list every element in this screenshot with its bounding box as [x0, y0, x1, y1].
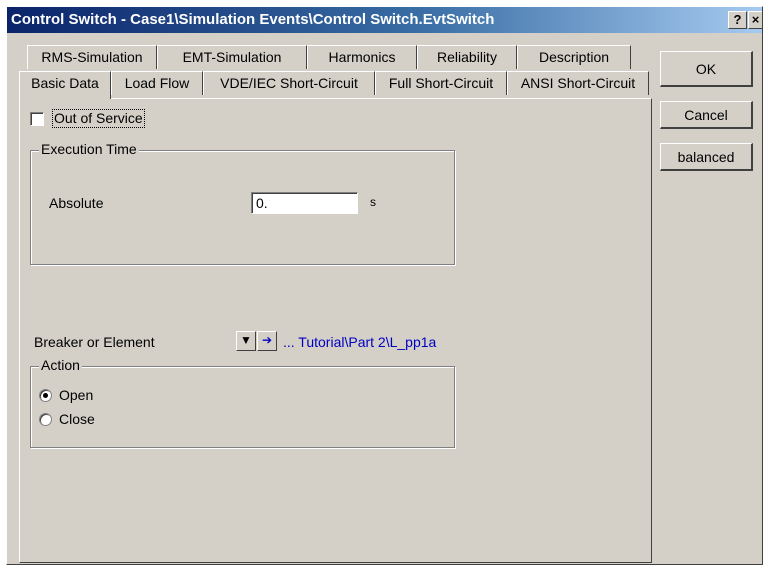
tab-row-front: Basic Data Load Flow VDE/IEC Short-Circu…	[19, 71, 649, 99]
absolute-time-input[interactable]: 0.	[251, 192, 358, 214]
action-label: Action	[39, 357, 82, 373]
tab-vde-iec-short-circuit[interactable]: VDE/IEC Short-Circuit	[203, 71, 375, 95]
execution-time-group: Execution Time Absolute 0. s	[30, 141, 455, 265]
tab-rms-simulation[interactable]: RMS-Simulation	[27, 45, 157, 69]
tab-full-short-circuit[interactable]: Full Short-Circuit	[375, 71, 507, 95]
open-radio[interactable]	[39, 389, 52, 402]
breaker-jump-button[interactable]: ➔	[257, 331, 277, 351]
breaker-dropdown-button[interactable]: ▼	[236, 331, 256, 351]
chevron-down-icon: ▼	[240, 333, 252, 347]
absolute-label: Absolute	[49, 195, 104, 211]
window-title: Control Switch - Case1\Simulation Events…	[11, 11, 495, 28]
breaker-element-link[interactable]: ... Tutorial\Part 2\L_pp1a	[283, 334, 436, 350]
close-radio[interactable]	[39, 413, 52, 426]
close-icon: ×	[751, 12, 760, 27]
radio-selected-dot	[43, 393, 48, 398]
time-unit-label: s	[370, 195, 376, 209]
out-of-service-label: Out of Service	[52, 109, 145, 128]
dialog-window: Control Switch - Case1\Simulation Events…	[6, 6, 763, 565]
tab-reliability[interactable]: Reliability	[417, 45, 517, 69]
help-icon: ?	[733, 12, 742, 27]
title-bar: Control Switch - Case1\Simulation Events…	[7, 7, 762, 33]
execution-time-label: Execution Time	[39, 141, 139, 157]
close-button[interactable]: ×	[748, 11, 762, 29]
basic-data-panel: Out of Service Execution Time Absolute 0…	[19, 98, 652, 563]
tab-basic-data[interactable]: Basic Data	[19, 71, 111, 99]
open-label: Open	[59, 387, 94, 403]
tab-emt-simulation[interactable]: EMT-Simulation	[157, 45, 307, 69]
breaker-or-element-label: Breaker or Element	[34, 334, 155, 350]
out-of-service-checkbox[interactable]	[30, 112, 44, 126]
tab-ansi-short-circuit[interactable]: ANSI Short-Circuit	[507, 71, 649, 95]
balanced-button[interactable]: balanced	[660, 143, 753, 171]
action-group: Action Open Close	[30, 357, 455, 448]
ok-button[interactable]: OK	[660, 51, 753, 87]
tab-load-flow[interactable]: Load Flow	[111, 71, 203, 95]
tab-description[interactable]: Description	[517, 45, 631, 69]
close-label: Close	[59, 411, 95, 427]
tab-harmonics[interactable]: Harmonics	[307, 45, 417, 69]
cancel-button[interactable]: Cancel	[660, 101, 753, 129]
help-button[interactable]: ?	[728, 11, 747, 29]
tab-row-back: RMS-Simulation EMT-Simulation Harmonics …	[27, 45, 631, 69]
arrow-right-icon: ➔	[261, 333, 273, 347]
